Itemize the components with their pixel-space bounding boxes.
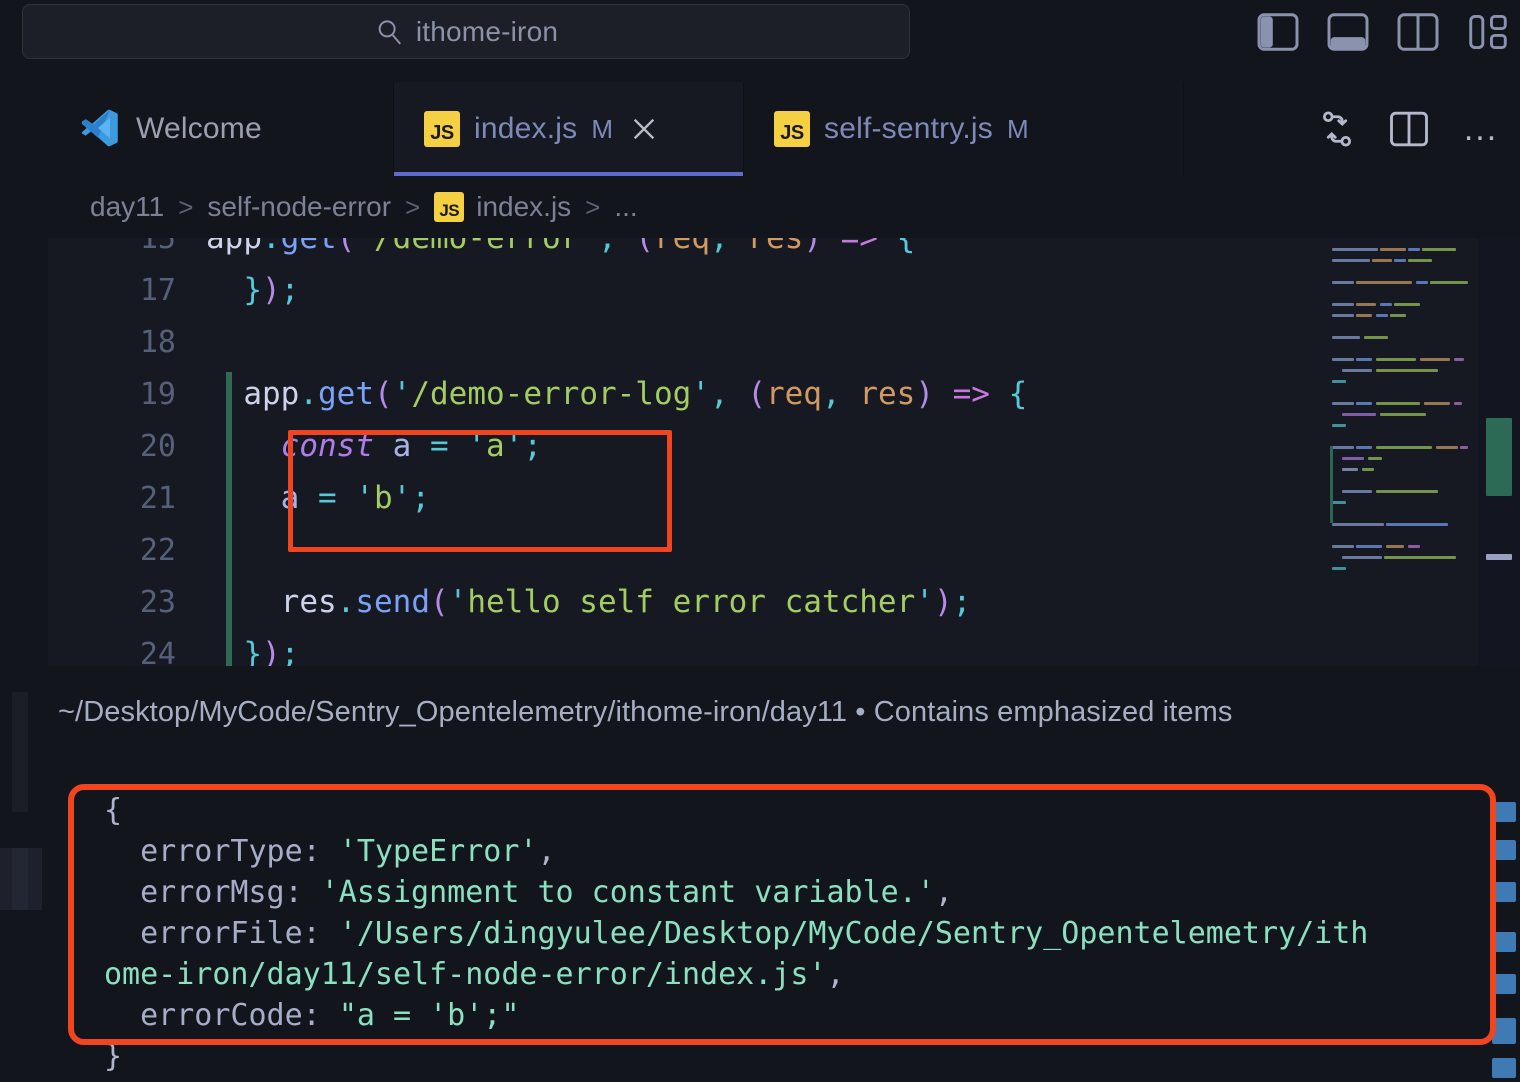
line-number: 24 (139, 636, 176, 667)
code-line[interactable]: 15 app.get('/demo-error', (req, res) => { (48, 238, 915, 264)
line-content: }); (243, 272, 300, 308)
tab-label: index.js (474, 112, 578, 145)
toggle-primary-sidebar-icon[interactable] (1256, 10, 1300, 54)
tab-modified-indicator: M (591, 113, 613, 144)
breadcrumb-item-day11[interactable]: day11 (90, 191, 164, 223)
minimap[interactable] (1328, 238, 1478, 666)
line-content: }); (243, 636, 300, 666)
git-added-gutter (226, 372, 232, 666)
breadcrumb-item-overflow[interactable]: ... (614, 191, 637, 223)
code-line[interactable]: 17 }); (48, 264, 299, 316)
vscode-logo-icon (78, 107, 122, 151)
js-file-icon: JS (434, 192, 465, 222)
tab-self-sentry-js[interactable]: JS self-sentry.js M (744, 82, 1184, 176)
line-number: 22 (139, 532, 176, 568)
terminal-line: errorMsg: 'Assignment to constant variab… (104, 875, 953, 910)
chevron-right-icon: > (405, 191, 421, 222)
toggle-panel-icon[interactable] (1326, 10, 1370, 54)
toggle-secondary-sidebar-icon[interactable] (1396, 10, 1440, 54)
line-content: app.get('/demo-error', (req, res) => { (206, 238, 916, 256)
code-line[interactable]: 19 app.get('/demo-error-log', (req, res)… (48, 368, 1027, 420)
activity-bar-sliver (0, 238, 48, 718)
terminal-path-text: ~/Desktop/MyCode/Sentry_Opentelemetry/it… (58, 696, 1233, 728)
line-number: 20 (139, 428, 176, 464)
cursor-marker (1486, 554, 1512, 560)
more-actions-icon[interactable]: ... (1458, 106, 1504, 152)
line-number: 15 (139, 238, 176, 256)
panel-left-sliver (0, 670, 42, 1082)
code-editor[interactable]: 15 app.get('/demo-error', (req, res) => {… (48, 238, 1520, 666)
editor-scrollbar[interactable] (1478, 238, 1520, 666)
search-input[interactable]: ithome-iron (22, 4, 910, 59)
terminal-line: errorType: 'TypeError', (104, 834, 556, 869)
breadcrumb: day11 > self-node-error > JS index.js > … (48, 176, 1520, 238)
chevron-right-icon: > (585, 191, 601, 222)
breadcrumb-item-index-js[interactable]: index.js (476, 191, 571, 223)
search-icon (374, 17, 404, 47)
tab-modified-indicator: M (1006, 113, 1029, 144)
tab-label: Welcome (136, 112, 262, 145)
code-line[interactable]: 20 const a = 'a'; (48, 420, 542, 472)
code-line[interactable]: 24 }); (48, 628, 299, 666)
terminal-line: errorFile: '/Users/dingyulee/Desktop/MyC… (104, 916, 1369, 951)
search-input-value: ithome-iron (415, 15, 559, 47)
code-line[interactable]: 22 (48, 524, 206, 576)
vscode-window: ithome-iron Welcome JS index.js M JS sel… (0, 0, 1520, 1082)
more-actions-label: ... (1463, 109, 1499, 148)
editor-tab-bar: Welcome JS index.js M JS self-sentry.js … (48, 82, 1520, 176)
split-editor-icon[interactable] (1386, 106, 1432, 152)
git-change-marker (1486, 418, 1512, 496)
code-line[interactable]: 23 res.send('hello self error catcher'); (48, 576, 971, 628)
line-number: 17 (139, 272, 176, 308)
terminal-line: { (104, 793, 123, 828)
line-number: 18 (139, 324, 176, 360)
breadcrumb-item-self-node-error[interactable]: self-node-error (207, 191, 391, 223)
line-content: const a = 'a'; (280, 428, 543, 464)
code-lines: 15 app.get('/demo-error', (req, res) => {… (48, 238, 1520, 666)
tab-label: self-sentry.js (824, 112, 993, 145)
customize-layout-icon[interactable] (1466, 10, 1510, 54)
title-bar: ithome-iron (0, 0, 1520, 72)
line-content: res.send('hello self error catcher'); (280, 584, 972, 620)
terminal-scrollbar[interactable] (1490, 670, 1520, 1082)
layout-controls (1256, 4, 1510, 59)
editor-action-bar: ... (1314, 82, 1504, 176)
terminal-line: } (104, 1039, 123, 1074)
terminal-output: { errorType: 'TypeError', errorMsg: 'Ass… (104, 790, 1520, 1077)
js-file-icon: JS (424, 111, 460, 147)
code-line[interactable]: 21 a = 'b'; (48, 472, 430, 524)
tab-index-js[interactable]: JS index.js M (394, 82, 744, 176)
code-line[interactable]: 18 (48, 316, 206, 368)
line-content: a = 'b'; (280, 480, 431, 516)
terminal-panel[interactable]: ~/Desktop/MyCode/Sentry_Opentelemetry/it… (42, 670, 1520, 1082)
terminal-path-header: ~/Desktop/MyCode/Sentry_Opentelemetry/it… (58, 684, 1458, 740)
close-icon[interactable] (627, 112, 661, 146)
line-content: app.get('/demo-error-log', (req, res) =>… (243, 376, 1028, 412)
tab-welcome[interactable]: Welcome (48, 82, 394, 176)
line-number: 23 (139, 584, 176, 620)
line-number: 19 (139, 376, 176, 412)
chevron-right-icon: > (178, 191, 194, 222)
js-file-icon: JS (774, 111, 810, 147)
line-number: 21 (139, 480, 176, 516)
compare-changes-icon[interactable] (1314, 106, 1360, 152)
minimap-git-marker (1330, 446, 1333, 523)
terminal-line: ome-iron/day11/self-node-error/index.js'… (104, 957, 845, 992)
terminal-line: errorCode: "a = 'b';" (104, 998, 520, 1033)
